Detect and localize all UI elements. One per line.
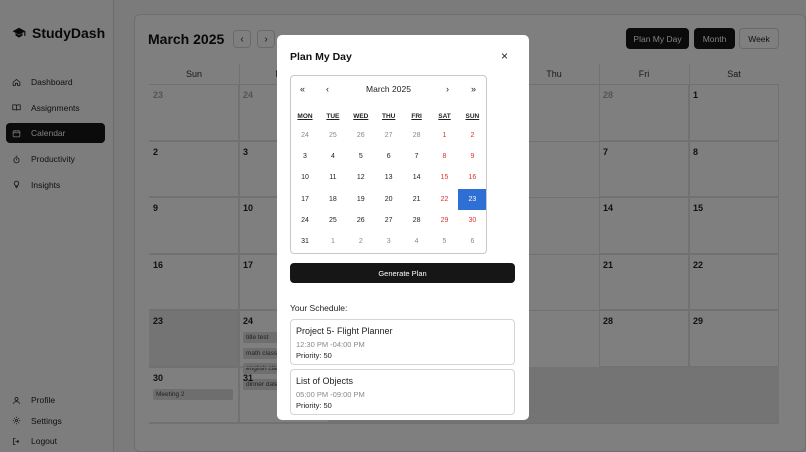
picker-day[interactable]: 12 [347,167,375,188]
picker-day[interactable]: 5 [431,231,459,252]
picker-day[interactable]: 15 [431,167,459,188]
schedule-item-title: Project 5- Flight Planner [296,326,393,336]
picker-day[interactable]: 27 [375,125,403,146]
picker-day[interactable]: 9 [458,146,486,167]
picker-day[interactable]: 7 [403,146,431,167]
picker-day[interactable]: 8 [431,146,459,167]
picker-day[interactable]: 16 [458,167,486,188]
picker-day[interactable]: 25 [319,210,347,231]
picker-day[interactable]: 11 [319,167,347,188]
picker-weekday: WED [353,113,369,120]
picker-weekday: MON [297,113,313,120]
picker-day[interactable]: 4 [403,231,431,252]
picker-day[interactable]: 31 [291,231,319,252]
picker-day[interactable]: 5 [347,146,375,167]
schedule-item-time: 12:30 PM -04:00 PM [296,340,365,349]
picker-day[interactable]: 13 [375,167,403,188]
picker-day[interactable]: 26 [347,210,375,231]
picker-weekday: SUN [465,113,480,120]
picker-day[interactable]: 23 [458,188,487,210]
generate-plan-button[interactable]: Generate Plan [290,263,515,283]
schedule-item-priority: Priority: 50 [296,401,332,410]
picker-day[interactable]: 6 [458,231,486,252]
schedule-item-priority: Priority: 50 [296,351,332,360]
picker-weekday: FRI [411,113,422,120]
close-icon[interactable]: × [501,49,508,63]
picker-day[interactable]: 21 [403,189,431,210]
picker-day[interactable]: 3 [375,231,403,252]
picker-day[interactable]: 6 [375,146,403,167]
schedule-item-title: List of Objects [296,376,354,386]
picker-day[interactable]: 4 [319,146,347,167]
picker-day[interactable]: 2 [347,231,375,252]
picker-day[interactable]: 26 [347,125,375,146]
picker-day[interactable]: 30 [458,210,486,231]
picker-day[interactable]: 24 [291,125,319,146]
schedule-item[interactable]: List of Objects 05:00 PM -09:00 PM Prior… [290,369,515,415]
picker-day[interactable]: 1 [431,125,459,146]
picker-weekday: SAT [438,113,451,120]
picker-day[interactable]: 29 [431,210,459,231]
picker-day[interactable]: 18 [319,189,347,210]
picker-day[interactable]: 10 [291,167,319,188]
next-month-button[interactable]: › [446,84,449,94]
picker-day[interactable]: 27 [375,210,403,231]
picker-month-title: March 2025 [366,84,411,94]
schedule-item-time: 05:00 PM -09:00 PM [296,390,365,399]
date-picker: « ‹ March 2025 › » MON TUE WED THU FRI SAT SUN… [290,75,487,254]
picker-day[interactable]: 14 [403,167,431,188]
picker-day[interactable]: 1 [319,231,347,252]
picker-day[interactable]: 22 [431,189,459,210]
picker-day[interactable]: 28 [403,125,431,146]
modal-title: Plan My Day [290,51,352,63]
picker-day[interactable]: 2 [458,125,486,146]
picker-day[interactable]: 17 [291,189,319,210]
plan-my-day-modal: Plan My Day × « ‹ March 2025 › » MON TUE W… [277,35,529,420]
picker-weekday: TUE [326,113,340,120]
picker-day[interactable]: 25 [319,125,347,146]
schedule-heading: Your Schedule: [290,303,348,313]
picker-day[interactable]: 28 [403,210,431,231]
picker-day[interactable]: 3 [291,146,319,167]
picker-weekday: THU [382,113,396,120]
picker-day[interactable]: 20 [375,189,403,210]
schedule-item[interactable]: Project 5- Flight Planner 12:30 PM -04:0… [290,319,515,365]
picker-day[interactable]: 19 [347,189,375,210]
next-year-button[interactable]: » [471,84,476,94]
picker-day[interactable]: 24 [291,210,319,231]
